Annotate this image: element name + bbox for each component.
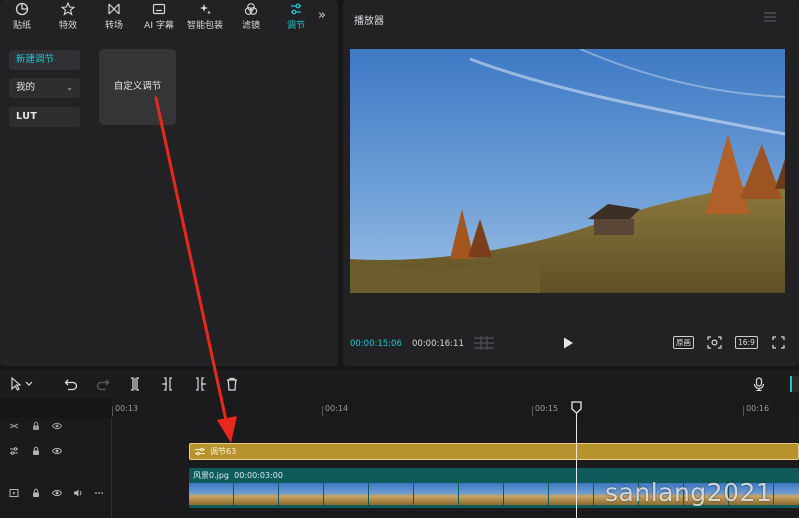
track-headers [0, 418, 112, 518]
thumbnail [549, 483, 594, 505]
ruler-tick [743, 406, 744, 416]
lut-button[interactable]: LUT [9, 107, 80, 127]
total-time: 00:00:16:11 [412, 339, 464, 349]
tab-filter[interactable]: 滤镜 [229, 2, 273, 36]
materials-panel: 贴纸 特效 转场 AI 字幕 智能包装 滤镜 调节 » 新建调节 我的 ⌄ LU… [0, 0, 338, 366]
thumbnail [459, 483, 504, 505]
adjust-clip[interactable]: 调节63 [189, 443, 799, 460]
video-track-icon [9, 489, 19, 497]
adjust-clip-label: 调节63 [210, 447, 237, 456]
thumbnail [324, 483, 369, 505]
custom-adjust-card[interactable]: 自定义调节 [99, 49, 176, 125]
thumbnail [504, 483, 549, 505]
delete-icon[interactable] [225, 377, 239, 391]
mine-label: 我的 [16, 82, 36, 93]
ruler-label: 00:15 [535, 404, 559, 413]
ruler-tick [532, 406, 533, 416]
lock-icon[interactable] [31, 488, 41, 498]
material-tabs: 贴纸 特效 转场 AI 字幕 智能包装 滤镜 调节 » [0, 0, 338, 36]
adjust-track-icon [10, 447, 18, 455]
original-quality-button[interactable]: 原画 [673, 336, 694, 349]
tab-transition[interactable]: 转场 [92, 2, 136, 36]
timeline-toolbar [0, 370, 799, 398]
ruler-label: 00:13 [115, 404, 139, 413]
tab-ai-caption[interactable]: AI 字幕 [137, 2, 181, 36]
smart-pack-icon [200, 4, 211, 15]
playhead-line [576, 410, 577, 518]
eye-icon[interactable] [52, 421, 62, 431]
mine-dropdown[interactable]: 我的 ⌄ [9, 78, 80, 98]
adjust-icon [291, 3, 301, 15]
new-adjust-button[interactable]: 新建调节 [9, 50, 80, 70]
thumbnail [774, 483, 799, 505]
tab-label: 贴纸 [12, 21, 31, 31]
screenshot-icon[interactable] [707, 336, 722, 349]
tab-effects[interactable]: 特效 [46, 2, 90, 36]
lock-icon[interactable] [31, 446, 41, 456]
aspect-ratio-button[interactable]: 16:9 [735, 336, 758, 349]
tab-label: 调节 [286, 21, 305, 31]
effects-icon [61, 2, 75, 16]
adjust-clip-icon [195, 447, 205, 456]
tab-sticker[interactable]: 贴纸 [0, 2, 44, 36]
lock-icon[interactable] [31, 421, 41, 431]
filter-icon [244, 3, 258, 15]
trim-right-icon[interactable] [193, 377, 207, 391]
thumbnail [189, 483, 234, 505]
tab-smart-pack[interactable]: 智能包装 [183, 2, 227, 36]
panel-edge-tab[interactable] [790, 376, 799, 392]
fullscreen-icon[interactable] [772, 336, 785, 349]
tab-label: 滤镜 [241, 21, 260, 31]
video-clip-duration: 00:00:03:00 [234, 471, 283, 480]
microphone-icon[interactable] [753, 377, 765, 391]
eye-icon[interactable] [52, 446, 62, 456]
player-title: 播放器 [354, 16, 384, 27]
current-time: 00:00:15:06 [350, 339, 402, 349]
undo-icon[interactable] [64, 377, 78, 391]
thumbnail [414, 483, 459, 505]
chevron-down-icon: ⌄ [66, 83, 73, 92]
eye-icon[interactable] [52, 488, 62, 498]
video-clip-name: 风景0.jpg [193, 471, 230, 480]
thumbnail [369, 483, 414, 505]
playhead-handle[interactable] [571, 401, 582, 414]
volume-icon[interactable] [73, 488, 83, 498]
watermark: sanlang2021 [605, 478, 773, 507]
video-clip-label: 风景0.jpg 00:00:03:00 [193, 470, 283, 481]
thumbnail [234, 483, 279, 505]
split-icon[interactable] [128, 377, 142, 391]
tab-label: 智能包装 [186, 21, 223, 31]
landscape-image [350, 49, 785, 293]
frame-grid-icon[interactable] [474, 336, 494, 350]
more-tabs-icon[interactable]: » [318, 8, 332, 24]
tab-adjust[interactable]: 调节 [274, 2, 318, 36]
thumbnail [279, 483, 324, 505]
play-icon[interactable] [561, 336, 575, 350]
tab-label: 特效 [58, 21, 77, 31]
player-panel: 播放器 00:00:15:06 00:00:16:11 原画 16:9 [343, 0, 799, 366]
tab-label: AI 字幕 [144, 21, 174, 31]
ruler-tick [112, 406, 113, 416]
trim-left-icon[interactable] [161, 377, 175, 391]
tab-label: 转场 [104, 21, 123, 31]
ruler-label: 00:16 [746, 404, 770, 413]
more-icon[interactable] [94, 488, 104, 498]
effect-track-icon [9, 423, 19, 429]
ruler-tick [322, 406, 323, 416]
sticker-icon [15, 2, 29, 16]
video-preview[interactable] [350, 49, 785, 293]
caption-icon [152, 3, 166, 15]
select-tool-icon[interactable] [10, 377, 34, 391]
menu-icon[interactable] [764, 12, 776, 22]
redo-icon[interactable] [96, 377, 110, 391]
ruler-label: 00:14 [325, 404, 349, 413]
timeline-ruler[interactable]: 00:13 00:14 00:15 00:16 [112, 398, 799, 418]
transition-icon [108, 3, 120, 15]
